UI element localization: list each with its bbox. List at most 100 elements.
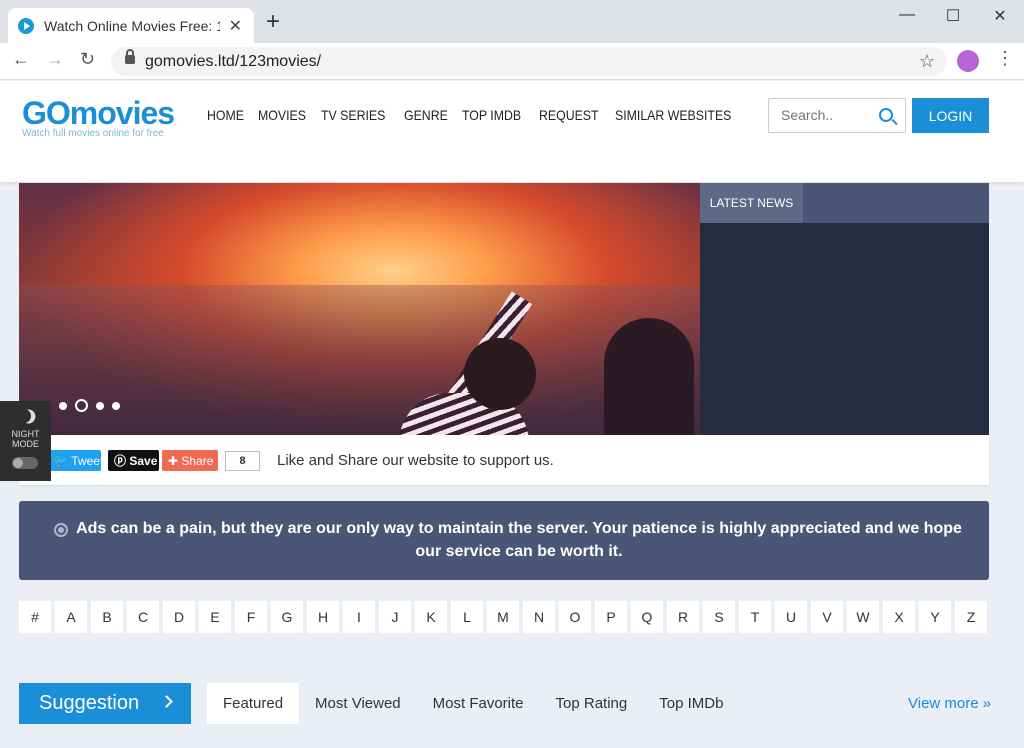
az-b[interactable]: B (91, 601, 123, 633)
browser-tabstrip: Watch Online Movies Free: 12 ✕ + — ☐ ✕ (0, 0, 1024, 43)
share-bar: 🐦 Tweet ⓟ Save ✚ Share 8 Like and Share … (19, 435, 989, 485)
slider-dot-active[interactable] (75, 399, 88, 412)
ad-notice-text: Ads can be a pain, but they are our only… (76, 520, 962, 560)
nav-request[interactable]: REQUEST (539, 107, 599, 123)
latest-news-panel: LATEST NEWS (700, 183, 989, 435)
az-i[interactable]: I (343, 601, 375, 633)
az-z[interactable]: Z (955, 601, 987, 633)
az-v[interactable]: V (811, 601, 843, 633)
share-message: Like and Share our website to support us… (277, 452, 554, 469)
suggestion-button[interactable]: Suggestion (19, 683, 191, 724)
browser-menu-icon[interactable]: ⋮ (996, 48, 1014, 69)
az-p[interactable]: P (595, 601, 627, 633)
az-l[interactable]: L (451, 601, 483, 633)
logo-go: GO (22, 95, 71, 131)
az-f[interactable]: F (235, 601, 267, 633)
site-header: GOmovies Watch full movies online for fr… (0, 81, 1024, 182)
tab-featured[interactable]: Featured (207, 683, 300, 724)
night-label-line2: MODE (12, 439, 39, 449)
ad-notice-banner: Ads can be a pain, but they are our only… (19, 501, 989, 580)
az-r[interactable]: R (667, 601, 699, 633)
tab-close-icon[interactable]: ✕ (229, 16, 242, 36)
tab-top-imdb[interactable]: Top IMDb (643, 683, 739, 724)
radio-icon (54, 523, 68, 537)
slider-dot[interactable] (96, 401, 104, 410)
night-mode-toggle[interactable] (12, 457, 38, 469)
suggestion-label: Suggestion (39, 692, 140, 714)
search-box (768, 98, 906, 133)
tweet-label: Tweet (71, 453, 104, 468)
address-bar[interactable]: gomovies.ltd/123movies/ ☆ (111, 47, 947, 76)
az-a[interactable]: A (55, 601, 87, 633)
az-hash[interactable]: # (19, 601, 51, 633)
tweet-button[interactable]: 🐦 Tweet (47, 450, 104, 471)
lock-icon (125, 49, 135, 64)
nav-movies[interactable]: MOVIES (258, 107, 306, 123)
tab-most-favorite[interactable]: Most Favorite (417, 683, 540, 724)
profile-avatar[interactable] (957, 50, 979, 72)
az-o[interactable]: O (559, 601, 591, 633)
reload-icon[interactable]: ↻ (80, 49, 95, 70)
slider-dots (43, 399, 120, 412)
tab-title: Watch Online Movies Free: 12 (44, 17, 220, 34)
az-n[interactable]: N (523, 601, 555, 633)
tab-top-rating[interactable]: Top Rating (540, 683, 644, 724)
slider-dot[interactable] (112, 401, 120, 410)
play-favicon-icon (18, 17, 34, 34)
az-h[interactable]: H (307, 601, 339, 633)
browser-tab[interactable]: Watch Online Movies Free: 12 ✕ (8, 8, 254, 43)
nav-genre[interactable]: GENRE (404, 107, 448, 123)
az-q[interactable]: Q (631, 601, 663, 633)
new-tab-icon[interactable]: + (266, 10, 280, 34)
az-c[interactable]: C (127, 601, 159, 633)
site-logo[interactable]: GOmovies Watch full movies online for fr… (22, 95, 175, 139)
az-g[interactable]: G (271, 601, 303, 633)
az-filter: # A B C D E F G H I J K L M N O P Q R S … (19, 601, 987, 633)
main-nav: HOME MOVIES TV SERIES GENRE TOP IMDB REQ… (207, 107, 748, 123)
share-count: 8 (225, 451, 260, 471)
save-label: Save (129, 453, 158, 468)
az-w[interactable]: W (847, 601, 879, 633)
url-text: gomovies.ltd/123movies/ (145, 53, 322, 70)
back-icon[interactable]: ← (12, 49, 30, 70)
hero-slider[interactable] (19, 183, 700, 435)
browser-toolbar: ← → ↻ gomovies.ltd/123movies/ ☆ ⋮ (0, 43, 1024, 80)
az-k[interactable]: K (415, 601, 447, 633)
pointing-person (369, 278, 549, 435)
az-s[interactable]: S (703, 601, 735, 633)
az-j[interactable]: J (379, 601, 411, 633)
share-button[interactable]: ✚ Share (162, 450, 218, 471)
minimize-icon[interactable]: — (892, 6, 922, 24)
search-icon[interactable] (879, 108, 893, 122)
login-button[interactable]: LOGIN (912, 98, 989, 133)
az-e[interactable]: E (199, 601, 231, 633)
suggestion-tabs: Featured Most Viewed Most Favorite Top R… (207, 683, 739, 724)
city-skyline (19, 285, 700, 435)
nav-similar-websites[interactable]: SIMILAR WEBSITES (615, 107, 731, 123)
az-u[interactable]: U (775, 601, 807, 633)
moon-icon (15, 407, 33, 425)
tab-most-viewed[interactable]: Most Viewed (299, 683, 417, 724)
chevron-right-icon (160, 695, 173, 708)
window-close-icon[interactable]: ✕ (985, 6, 1015, 26)
view-more-link[interactable]: View more » (908, 695, 991, 712)
slider-dot[interactable] (59, 401, 67, 410)
nav-top-imdb[interactable]: TOP IMDB (462, 107, 521, 123)
bookmark-star-icon[interactable]: ☆ (919, 51, 935, 72)
search-input[interactable] (781, 107, 871, 123)
az-d[interactable]: D (163, 601, 195, 633)
nav-home[interactable]: HOME (207, 107, 244, 123)
nav-tv-series[interactable]: TV SERIES (321, 107, 385, 123)
logo-movies: movies (69, 95, 175, 131)
az-y[interactable]: Y (919, 601, 951, 633)
maximize-icon[interactable]: ☐ (938, 6, 968, 26)
az-t[interactable]: T (739, 601, 771, 633)
az-m[interactable]: M (487, 601, 519, 633)
forward-icon[interactable]: → (46, 49, 64, 70)
night-mode-widget[interactable]: NIGHT MODE (0, 401, 51, 481)
az-x[interactable]: X (883, 601, 915, 633)
pinterest-save-button[interactable]: ⓟ Save (108, 450, 159, 471)
share-label: Share (181, 453, 214, 468)
latest-news-tab[interactable]: LATEST NEWS (700, 183, 803, 223)
second-person (604, 318, 694, 435)
